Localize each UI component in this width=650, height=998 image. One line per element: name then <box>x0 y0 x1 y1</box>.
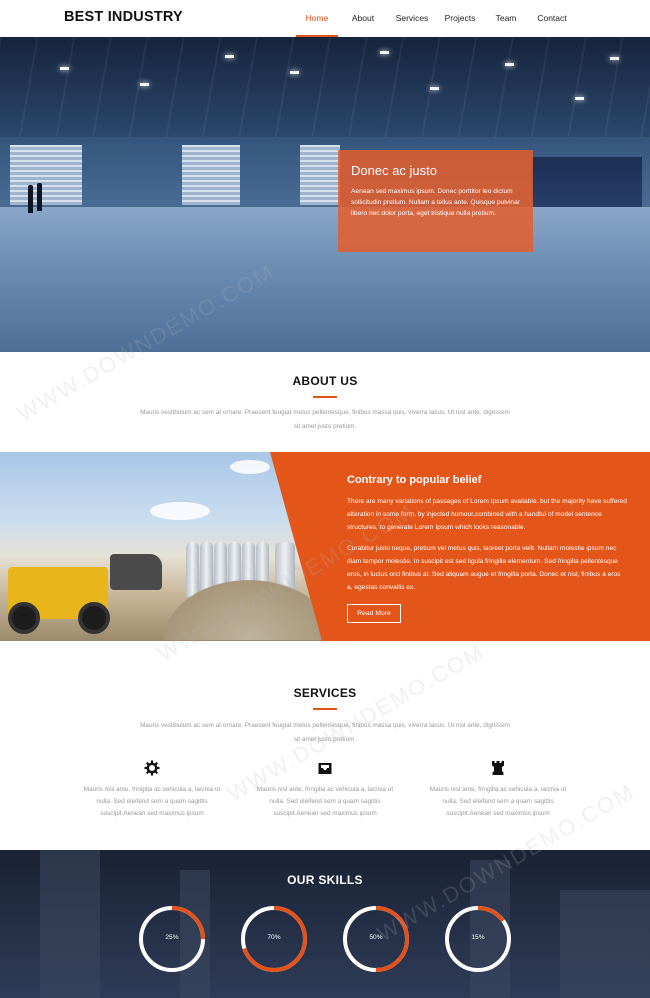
worker-figure <box>37 183 42 211</box>
skill-ring: 15% <box>443 904 513 974</box>
nav-team[interactable]: Team <box>492 0 520 37</box>
gravel-pile <box>150 570 322 640</box>
service-item: Mauris nisl ante, fringilla ac vehicula … <box>77 760 227 820</box>
hero-text: Aenean sed maximus ipsum. Donec porttito… <box>351 188 520 217</box>
about-title-rule <box>313 396 337 398</box>
rook-icon <box>492 761 504 775</box>
skill-value: 70% <box>267 934 281 941</box>
hero-title: Donec ac justo <box>351 163 437 178</box>
service-text: Mauris nisl ante, fringilla ac vehicula … <box>83 786 221 817</box>
about-title: ABOUT US <box>292 374 358 388</box>
warehouse-ceiling <box>0 37 650 147</box>
loader-wheel <box>78 602 110 634</box>
service-text: Mauris nisl ante, fringilla ac vehicula … <box>256 786 394 817</box>
factory-structure <box>560 890 650 998</box>
main-nav: Home About Services Projects Team Contac… <box>296 0 570 37</box>
loader-wheel <box>8 602 40 634</box>
about-text: Mauris vestibulum ac sem at ornare. Prae… <box>140 409 510 430</box>
feature-band: Contrary to popular belief There are man… <box>0 452 650 641</box>
gear-icon <box>144 760 160 776</box>
ceiling-lamp <box>290 71 299 74</box>
ceiling-lamp <box>430 87 439 90</box>
truck-trailer <box>532 157 642 207</box>
skill-value: 50% <box>369 934 383 941</box>
services-list: Mauris nisl ante, fringilla ac vehicula … <box>0 760 650 835</box>
read-more-button[interactable]: Read More <box>347 604 401 623</box>
skill-value: 25% <box>165 934 179 941</box>
warehouse-floor <box>0 207 650 352</box>
site-logo[interactable]: BEST INDUSTRY <box>64 9 183 25</box>
feature-text-block: Contrary to popular belief There are man… <box>347 474 627 623</box>
site-header: BEST INDUSTRY Home About Services Projec… <box>0 0 650 37</box>
nav-contact[interactable]: Contact <box>534 0 570 37</box>
services-text: Mauris vestibulum ac sem at ornare. Prae… <box>140 722 510 743</box>
skill-value: 15% <box>471 934 485 941</box>
warehouse-door <box>10 145 82 205</box>
cloud <box>150 502 210 520</box>
services-title: SERVICES <box>293 686 357 700</box>
nav-services[interactable]: Services <box>392 0 432 37</box>
ceiling-lamp <box>380 51 389 54</box>
hero-caption: Donec ac justo Aenean sed maximus ipsum.… <box>338 150 533 252</box>
skill-ring: 50% <box>341 904 411 974</box>
services-title-rule <box>313 708 337 710</box>
service-item: Mauris nisl ante, fringilla ac vehicula … <box>423 760 573 820</box>
feature-title: Contrary to popular belief <box>347 474 482 486</box>
hero-banner: Donec ac justo Aenean sed maximus ipsum.… <box>0 37 650 352</box>
ceiling-lamp <box>225 55 234 58</box>
inbox-icon <box>318 763 332 774</box>
cloud <box>230 460 270 474</box>
worker-figure <box>28 185 33 213</box>
ceiling-lamp <box>575 97 584 100</box>
nav-projects[interactable]: Projects <box>442 0 478 37</box>
warehouse-door <box>300 145 340 205</box>
feature-paragraph: Curabitur justo neque, pretium vel metus… <box>347 545 621 591</box>
nav-about[interactable]: About <box>348 0 378 37</box>
ceiling-lamp <box>505 63 514 66</box>
ceiling-lamp <box>610 57 619 60</box>
service-item: Mauris nisl ante, fringilla ac vehicula … <box>250 760 400 820</box>
skill-ring: 70% <box>239 904 309 974</box>
loader-bucket <box>110 554 162 590</box>
nav-home[interactable]: Home <box>296 0 338 37</box>
skills-title: OUR SKILLS <box>287 873 363 887</box>
warehouse-door <box>182 145 240 205</box>
skills-section: OUR SKILLS 25% 70% 50% 15% <box>0 850 650 998</box>
feature-paragraph: There are many variations of passages of… <box>347 498 627 531</box>
ceiling-lamp <box>140 83 149 86</box>
skill-ring: 25% <box>137 904 207 974</box>
service-text: Mauris nisl ante, fringilla ac vehicula … <box>429 786 567 817</box>
ceiling-lamp <box>60 67 69 70</box>
